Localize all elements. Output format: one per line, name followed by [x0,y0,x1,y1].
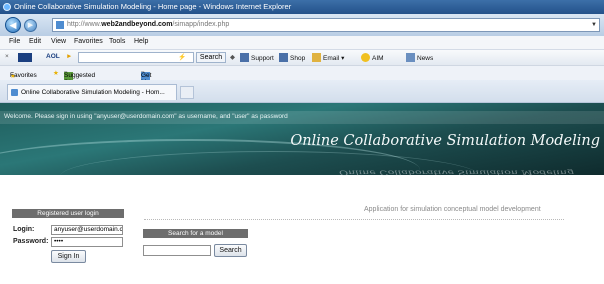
email-button[interactable]: Email ▾ [312,53,344,62]
address-path: /simapp/index.php [172,21,230,28]
tab-bar: Online Collaborative Simulation Modeling… [0,80,604,103]
search-go-icon[interactable]: ⚡ [178,53,186,61]
search-section-header: Search for a model [143,229,248,238]
address-bar[interactable]: http://www.web2andbeyond.com/simapp/inde… [52,18,600,32]
address-host: web2andbeyond.com [101,21,173,28]
forward-button-icon[interactable]: ▶ [24,19,37,32]
favorites-label: Favorites [10,72,37,79]
welcome-message: Welcome. Please sign in using "anyuser@u… [4,113,288,120]
shop-label: Shop [290,55,306,62]
aim-button[interactable]: AIM [361,53,384,62]
login-label: Login: [13,226,35,233]
login-input[interactable]: anyuser@userdomain.com [51,225,123,235]
aim-label: AIM [372,55,384,62]
ie-icon [3,3,11,11]
menu-bar: File Edit View Favorites Tools Help [0,36,604,50]
search-button[interactable]: Search [196,52,226,63]
site-banner: Welcome. Please sign in using "anyuser@u… [0,103,604,175]
menu-tools[interactable]: Tools [109,38,125,45]
password-label: Password: [13,238,49,245]
toolbar-separator-icon: ◆ [230,54,235,61]
aol-label: AOL [46,53,60,60]
search-button-label: Search [199,54,223,61]
aol-toolbar: × AOL ► ⚡ Search ◆ Support Shop Email ▾ … [0,50,604,66]
browser-tab[interactable]: Online Collaborative Simulation Modeling… [7,84,177,100]
password-input[interactable]: •••• [51,237,123,247]
menu-edit[interactable]: Edit [29,38,41,45]
menu-view[interactable]: View [51,38,66,45]
page-icon [56,21,64,29]
model-search-button[interactable]: Search [214,244,247,257]
site-logo-text: Online Collaborative Simulation Modeling [290,133,600,149]
sign-in-button[interactable]: Sign In [51,250,86,263]
menu-favorites[interactable]: Favorites [74,38,103,45]
favorites-bar: ★ Favorites ★ Suggested Sites ▾ Get More… [0,66,604,100]
aol-arrow-icon: ► [66,53,73,60]
tab-favicon-icon [11,89,18,96]
dotted-divider [144,219,564,220]
email-label: Email [323,55,340,62]
shop-button[interactable]: Shop [279,53,305,62]
tab-title: Online Collaborative Simulation Modeling… [21,89,165,96]
address-prefix: http://www. [67,21,102,28]
logo-reflection: Online Collaborative Simulation Modeling [339,168,574,176]
menu-help[interactable]: Help [134,38,148,45]
news-button[interactable]: News [406,53,433,62]
login-section-header: Registered user login [12,209,124,218]
navigation-bar: ◀ ▶ http://www.web2andbeyond.com/simapp/… [0,14,604,36]
news-label: News [417,55,434,62]
back-button-icon[interactable]: ◀ [5,17,21,33]
model-search-input[interactable] [143,245,211,256]
menu-file[interactable]: File [9,38,20,45]
get-addons-button[interactable]: Get More Add-ons ▾ [141,69,156,100]
address-dropdown-icon[interactable]: ▼ [591,19,597,31]
aol-search-input[interactable] [78,52,194,63]
window-title: Online Collaborative Simulation Modeling… [14,2,292,11]
new-tab-button[interactable] [180,86,194,99]
support-button[interactable]: Support [240,53,274,62]
close-toolbar-icon[interactable]: × [5,53,9,60]
site-tagline: Application for simulation conceptual mo… [364,206,541,213]
window-title-bar: Online Collaborative Simulation Modeling… [0,0,604,14]
add-favorite-icon[interactable]: ★ [53,69,59,77]
aol-logo-icon [18,53,34,62]
suggested-sites-button[interactable]: Suggested Sites ▾ [64,69,95,86]
support-label: Support [251,55,274,62]
